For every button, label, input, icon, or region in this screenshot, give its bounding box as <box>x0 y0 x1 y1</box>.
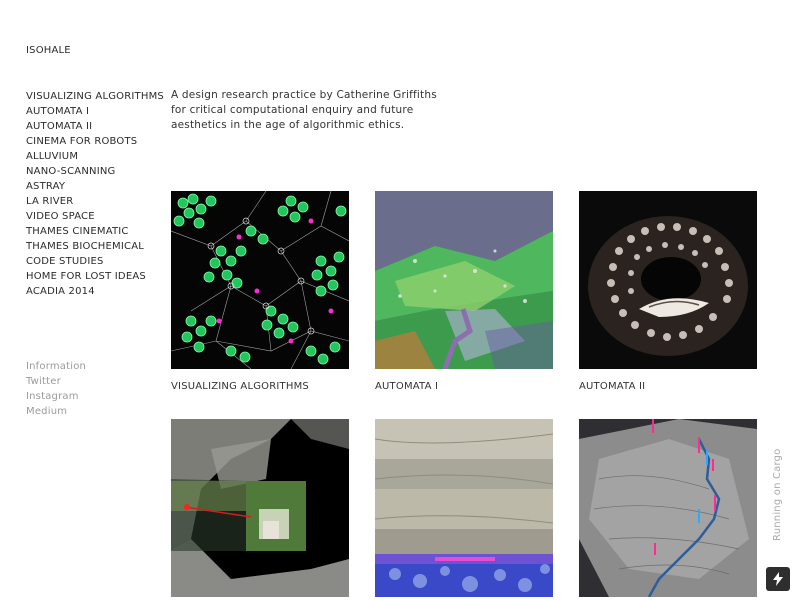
nav-item-nano-scanning[interactable]: NANO-SCANNING <box>26 164 176 179</box>
project-thumbnail-cave-scan[interactable] <box>171 419 349 597</box>
nav-item-home-for-lost-ideas[interactable]: HOME FOR LOST IDEAS <box>26 269 176 284</box>
project-thumbnail-visualizing-algorithms[interactable] <box>171 191 349 369</box>
project-thumbnail-automata-ii[interactable] <box>579 191 757 369</box>
secondary-nav: Information Twitter Instagram Medium <box>26 359 146 419</box>
nav-item-code-studies[interactable]: CODE STUDIES <box>26 254 176 269</box>
bolt-button[interactable] <box>766 567 790 591</box>
nav-link-instagram[interactable]: Instagram <box>26 389 146 404</box>
site-title[interactable]: ISOHALE <box>26 44 71 57</box>
cargo-badge-text: Running on Cargo <box>772 448 783 541</box>
nav-item-video-space[interactable]: VIDEO SPACE <box>26 209 176 224</box>
nav-item-visualizing-algorithms[interactable]: VISUALIZING ALGORITHMS <box>26 89 176 104</box>
intro-text: A design research practice by Catherine … <box>171 88 461 133</box>
nav-item-acadia-2014[interactable]: ACADIA 2014 <box>26 284 176 299</box>
cargo-badge[interactable]: Running on Cargo <box>771 445 787 541</box>
nav-link-medium[interactable]: Medium <box>26 404 146 419</box>
intro-line: A design research practice by Catherine … <box>171 89 437 101</box>
terrain-model-image <box>579 419 757 597</box>
nav-item-alluvium[interactable]: ALLUVIUM <box>26 149 176 164</box>
sediment-layers-image <box>375 419 553 597</box>
nav-item-cinema-for-robots[interactable]: CINEMA FOR ROBOTS <box>26 134 176 149</box>
cave-scan-image <box>171 419 349 597</box>
aerial-landscape-image <box>375 191 553 369</box>
nav-item-thames-biochemical[interactable]: THAMES BIOCHEMICAL <box>26 239 176 254</box>
lightning-bolt-icon <box>773 572 783 586</box>
project-thumbnail-sediment[interactable] <box>375 419 553 597</box>
project-thumbnail-terrain[interactable] <box>579 419 757 597</box>
nav-item-astray[interactable]: ASTRAY <box>26 179 176 194</box>
nav-item-thames-cinematic[interactable]: THAMES CINEMATIC <box>26 224 176 239</box>
spiral-texture-image <box>579 191 757 369</box>
nav-item-la-river[interactable]: LA RIVER <box>26 194 176 209</box>
nav-link-information[interactable]: Information <box>26 359 146 374</box>
project-caption[interactable]: AUTOMATA II <box>579 380 645 393</box>
project-caption[interactable]: VISUALIZING ALGORITHMS <box>171 380 309 393</box>
intro-line: aesthetics in the age of algorithmic eth… <box>171 119 405 131</box>
nav-link-twitter[interactable]: Twitter <box>26 374 146 389</box>
network-graph-image <box>171 191 349 369</box>
nav-item-automata-i[interactable]: AUTOMATA I <box>26 104 176 119</box>
main-nav: VISUALIZING ALGORITHMS AUTOMATA I AUTOMA… <box>26 89 176 299</box>
intro-line: for critical computational enquiry and f… <box>171 104 414 116</box>
project-thumbnail-automata-i[interactable] <box>375 191 553 369</box>
nav-item-automata-ii[interactable]: AUTOMATA II <box>26 119 176 134</box>
project-caption[interactable]: AUTOMATA I <box>375 380 438 393</box>
